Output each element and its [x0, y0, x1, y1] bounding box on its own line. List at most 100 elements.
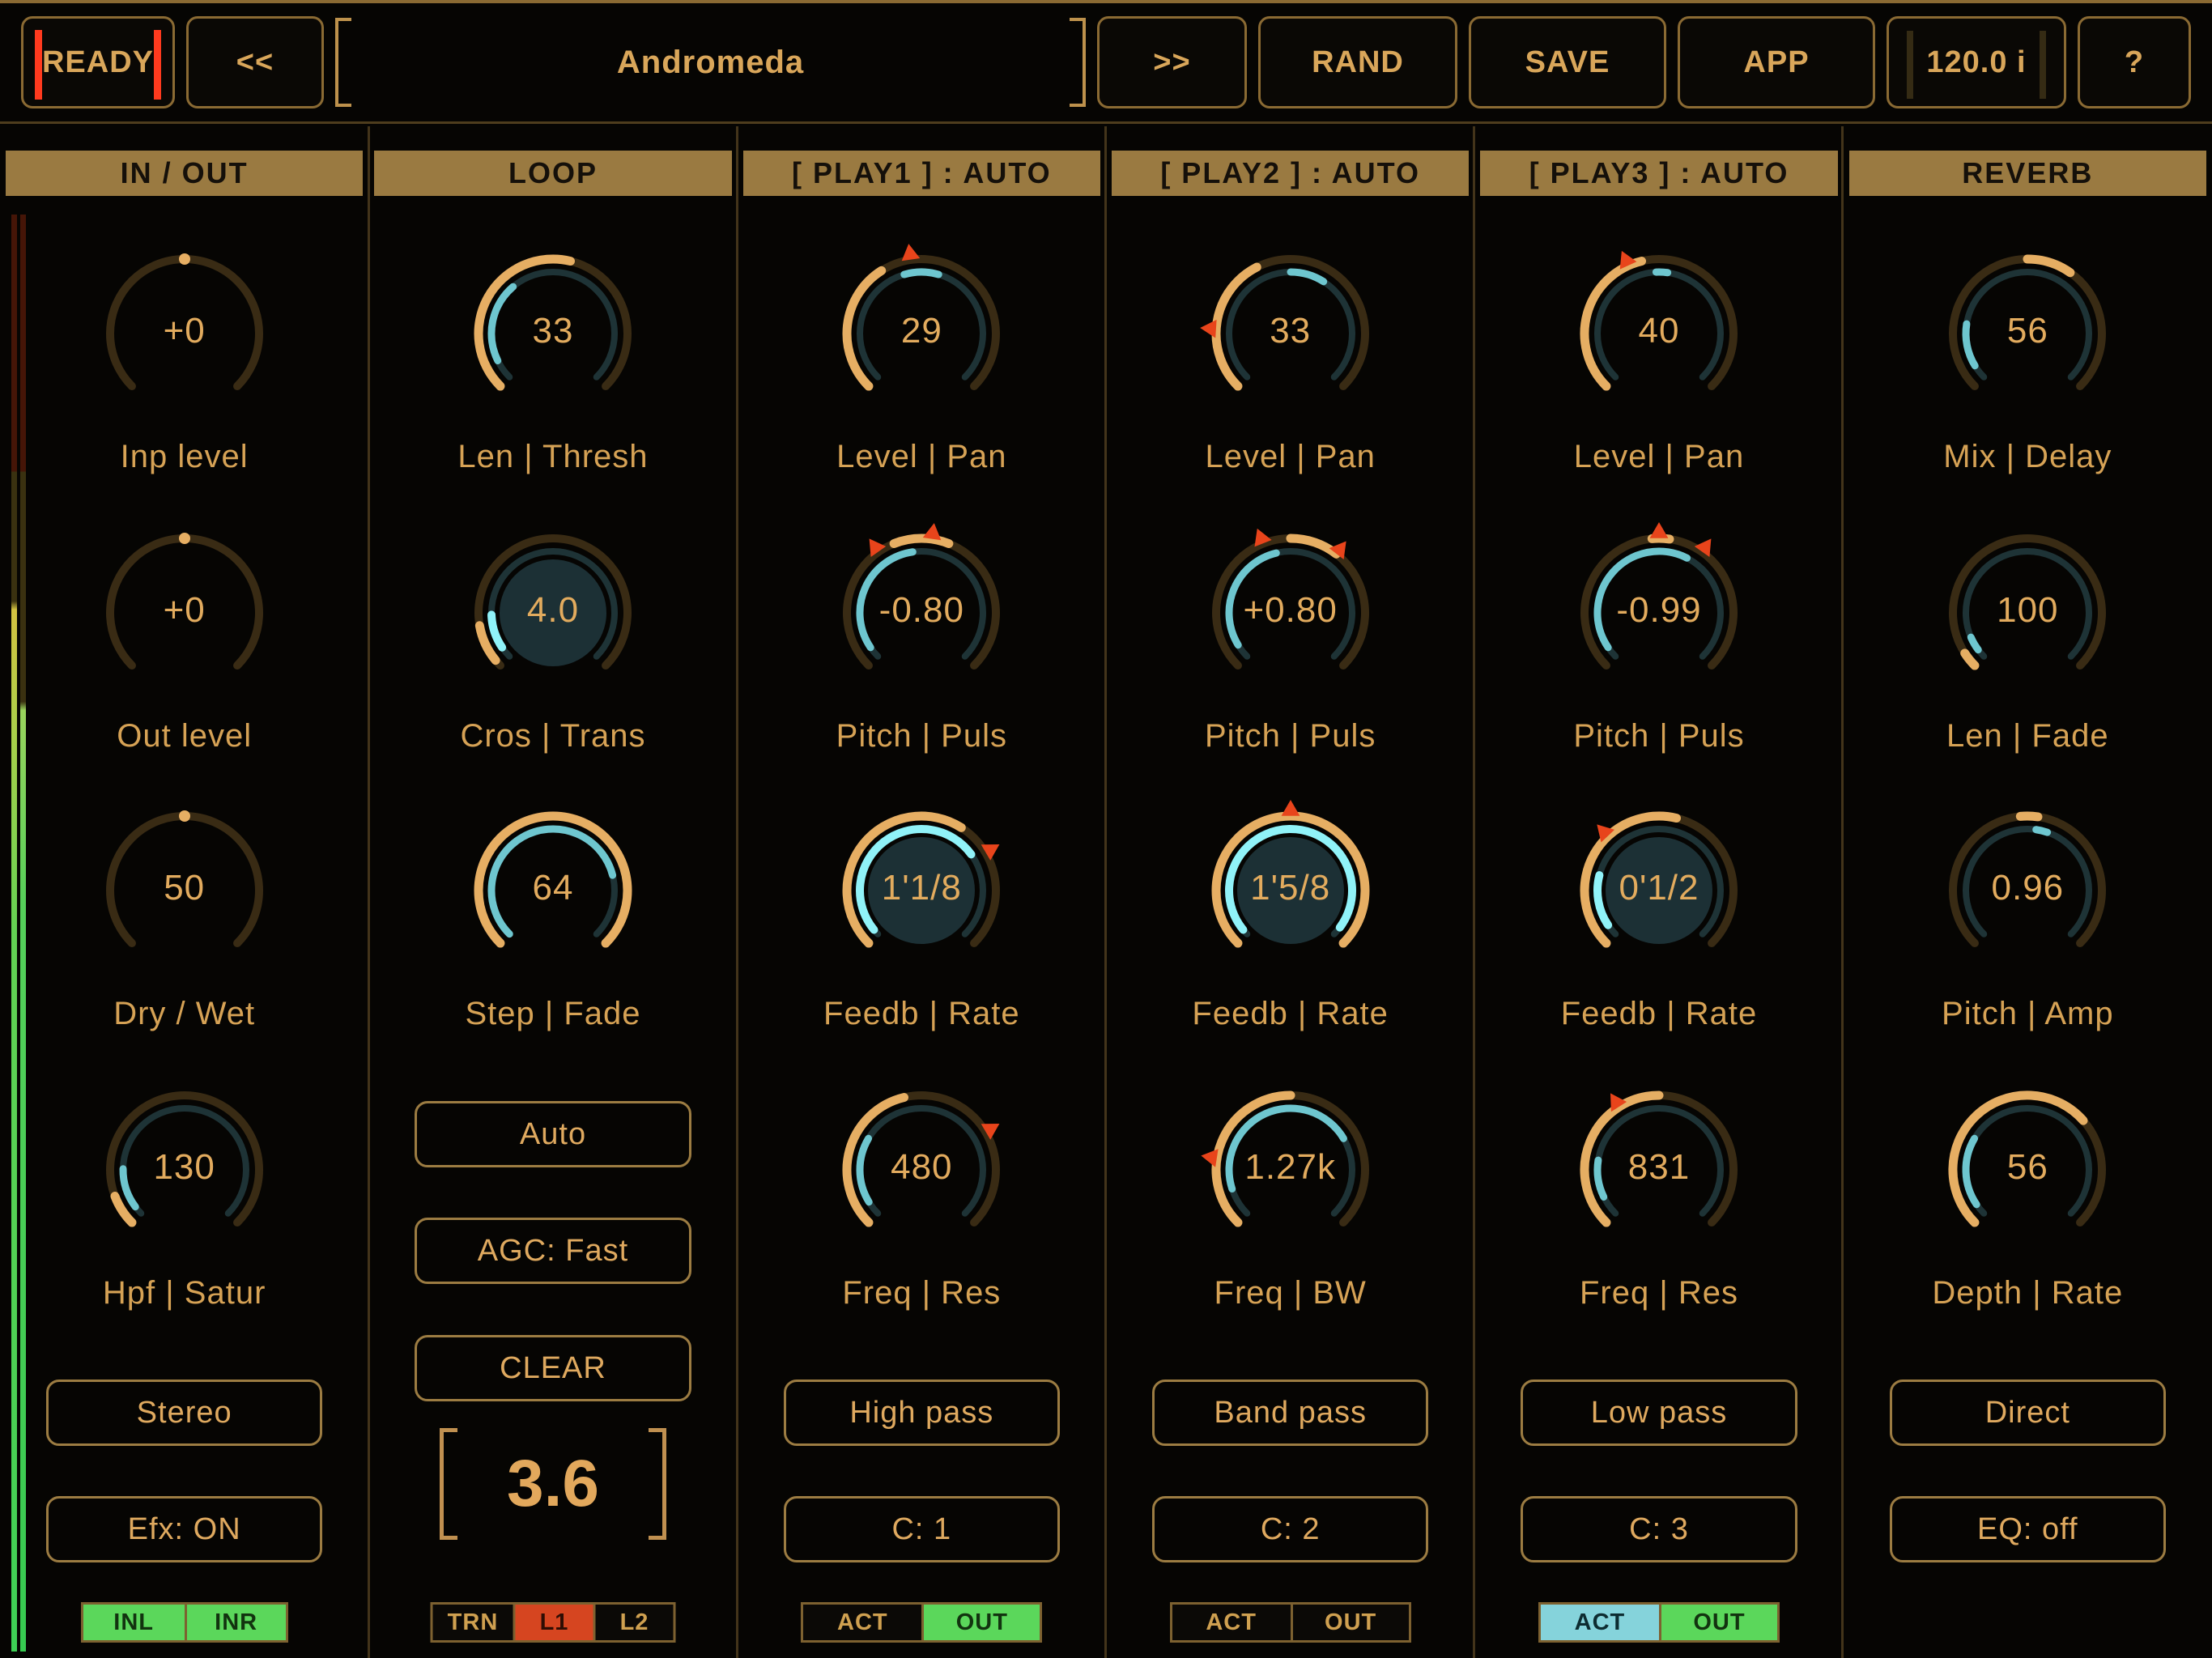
toggle-out[interactable]: OUT: [1291, 1605, 1409, 1640]
knob-label: Inp level: [0, 439, 368, 475]
button-low-pass[interactable]: Low pass: [1521, 1380, 1797, 1446]
column-header-play1-auto[interactable]: [ PLAY1 ] : AUTO: [743, 151, 1100, 196]
knob-label: Step | Fade: [368, 996, 737, 1032]
knob-value: 100: [1844, 590, 2212, 631]
input-level-meter-left: [11, 215, 17, 1652]
app-window: READY << Andromeda >> RAND SAVE APP 120.…: [0, 0, 2212, 1658]
button-direct[interactable]: Direct: [1890, 1380, 2166, 1446]
knob-marker-icon: [923, 523, 942, 540]
button-stereo[interactable]: Stereo: [46, 1380, 322, 1446]
knob-value: -0.80: [738, 590, 1106, 631]
knob-value: +0: [0, 590, 368, 631]
knob-value: 50: [0, 868, 368, 908]
toggle-trn[interactable]: TRN: [432, 1605, 513, 1640]
knob-inp-level[interactable]: +0 Inp level: [0, 243, 368, 486]
toggle-act[interactable]: ACT: [1541, 1605, 1659, 1640]
column-loop: LOOP33Len | Thresh4.0Cros | Trans64Step …: [368, 0, 737, 1658]
knob-cros-trans[interactable]: 4.0Cros | Trans: [368, 522, 737, 765]
button-band-pass[interactable]: Band pass: [1152, 1380, 1428, 1446]
button-eq-off[interactable]: EQ: off: [1890, 1496, 2166, 1562]
toggle-act[interactable]: ACT: [803, 1605, 921, 1640]
button-c-1[interactable]: C: 1: [784, 1496, 1060, 1562]
knob-label: Depth | Rate: [1844, 1275, 2212, 1312]
knob-level-pan[interactable]: 40Level | Pan: [1474, 243, 1843, 486]
knob-value: 0'1/2: [1474, 868, 1843, 908]
knob-depth-rate[interactable]: 56Depth | Rate: [1844, 1079, 2212, 1322]
display-bracket-left: [440, 1428, 457, 1540]
column-play1-auto: [ PLAY1 ] : AUTO 29 Level | Pan -0.80 Pitch …: [738, 0, 1106, 1658]
knob-value: 29: [738, 311, 1106, 351]
knob-level-pan[interactable]: 29 Level | Pan: [738, 243, 1106, 486]
knob-freq-res[interactable]: 831Freq | Res: [1474, 1079, 1843, 1322]
knob-level-pan[interactable]: 33Level | Pan: [1106, 243, 1474, 486]
knob-value: 56: [1844, 311, 2212, 351]
toggle-act[interactable]: ACT: [1172, 1605, 1291, 1640]
knob-label: Len | Thresh: [368, 439, 737, 475]
toggle-l1[interactable]: L1: [513, 1605, 593, 1640]
knob-label: Freq | BW: [1106, 1275, 1474, 1312]
knob-label: Mix | Delay: [1844, 439, 2212, 475]
knob-len-thresh[interactable]: 33Len | Thresh: [368, 243, 737, 486]
column-separator: [1841, 126, 1844, 1658]
toggle-out[interactable]: OUT: [1659, 1605, 1777, 1640]
knob-feedb-rate[interactable]: 1'5/8Feedb | Rate: [1106, 800, 1474, 1043]
button-c-3[interactable]: C: 3: [1521, 1496, 1797, 1562]
knob-label: Level | Pan: [1474, 439, 1843, 475]
toggle-group-play3-auto: ACTOUT: [1538, 1602, 1780, 1643]
knob-pitch-puls[interactable]: -0.80 Pitch | Puls: [738, 522, 1106, 765]
column-separator: [1104, 126, 1107, 1658]
knob-label: Pitch | Puls: [1106, 718, 1474, 755]
column-play3-auto: [ PLAY3 ] : AUTO 40Level | Pan -0.99Pitch …: [1474, 0, 1843, 1658]
knob-label: Cros | Trans: [368, 718, 737, 755]
knob-label: Level | Pan: [738, 439, 1106, 475]
knob-dry-wet[interactable]: 50Dry / Wet: [0, 800, 368, 1043]
column-separator: [368, 126, 370, 1658]
button-high-pass[interactable]: High pass: [784, 1380, 1060, 1446]
column-in-out: IN / OUT +0 Inp level +0Out level 50Dry / We…: [0, 0, 368, 1658]
toggle-l2[interactable]: L2: [593, 1605, 673, 1640]
toggle-out[interactable]: OUT: [921, 1605, 1040, 1640]
column-header-in-out: IN / OUT: [6, 151, 363, 196]
knob-label: Feedb | Rate: [738, 996, 1106, 1032]
knob-freq-res[interactable]: 480 Freq | Res: [738, 1079, 1106, 1322]
knob-out-level[interactable]: +0Out level: [0, 522, 368, 765]
knob-value: 1'1/8: [738, 868, 1106, 908]
knob-label: Pitch | Puls: [738, 718, 1106, 755]
toggle-group-play1-auto: ACTOUT: [801, 1602, 1042, 1643]
knob-mix-delay[interactable]: 56 Mix | Delay: [1844, 243, 2212, 486]
toggle-inl[interactable]: INL: [83, 1605, 185, 1640]
knob-len-fade[interactable]: 100Len | Fade: [1844, 522, 2212, 765]
knob-feedb-rate[interactable]: 0'1/2Feedb | Rate: [1474, 800, 1843, 1043]
knob-pitch-amp[interactable]: 0.96Pitch | Amp: [1844, 800, 2212, 1043]
button-agc-fast[interactable]: AGC: Fast: [415, 1218, 691, 1284]
button-auto[interactable]: Auto: [415, 1101, 691, 1167]
column-separator: [736, 126, 738, 1658]
knob-value: 1.27k: [1106, 1147, 1474, 1188]
toggle-group-in-out: INLINR: [81, 1602, 288, 1643]
knob-label: Freq | Res: [1474, 1275, 1843, 1312]
knob-label: Pitch | Puls: [1474, 718, 1843, 755]
input-level-meter-right: [20, 215, 26, 1652]
knob-value: 64: [368, 868, 737, 908]
knob-value: +0: [0, 311, 368, 351]
knob-pitch-puls[interactable]: +0.80 Pitch | Puls: [1106, 522, 1474, 765]
column-header-play2-auto[interactable]: [ PLAY2 ] : AUTO: [1112, 151, 1469, 196]
knob-step-fade[interactable]: 64 Step | Fade: [368, 800, 737, 1043]
button-efx-on[interactable]: Efx: ON: [46, 1496, 322, 1562]
knob-feedb-rate[interactable]: 1'1/8 Feedb | Rate: [738, 800, 1106, 1043]
knob-pitch-puls[interactable]: -0.99Pitch | Puls: [1474, 522, 1843, 765]
knob-freq-bw[interactable]: 1.27k Freq | BW: [1106, 1079, 1474, 1322]
column-header-play3-auto[interactable]: [ PLAY3 ] : AUTO: [1480, 151, 1837, 196]
toggle-inr[interactable]: INR: [185, 1605, 286, 1640]
knob-label: Freq | Res: [738, 1275, 1106, 1312]
knob-marker-icon: [902, 244, 921, 261]
knob-value: +0.80: [1106, 590, 1474, 631]
knob-label: Hpf | Satur: [0, 1275, 368, 1312]
knob-value: 480: [738, 1147, 1106, 1188]
knob-marker-icon: [1281, 800, 1300, 816]
toggle-group-loop: TRNL1L2: [430, 1602, 675, 1643]
knob-hpf-satur[interactable]: 130Hpf | Satur: [0, 1079, 368, 1322]
knob-label: Pitch | Amp: [1844, 996, 2212, 1032]
button-clear[interactable]: CLEAR: [415, 1335, 691, 1401]
button-c-2[interactable]: C: 2: [1152, 1496, 1428, 1562]
